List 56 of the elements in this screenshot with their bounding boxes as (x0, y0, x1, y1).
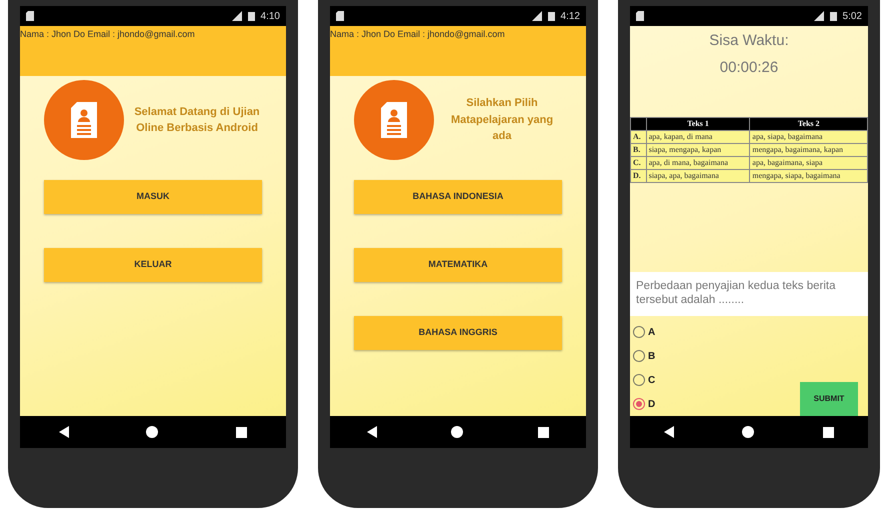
radio-button[interactable] (633, 374, 645, 386)
status-time: 4:12 (560, 10, 580, 24)
option-label: A (648, 326, 656, 340)
home-icon[interactable] (451, 426, 464, 438)
battery-icon (548, 11, 555, 21)
sd-card-icon (26, 11, 34, 21)
table-cell: apa, siapa, bagaimana (750, 130, 868, 144)
sd-card-icon (636, 11, 644, 21)
menu-button[interactable]: KELUAR (44, 248, 262, 282)
battery-icon (248, 11, 255, 21)
user-info-text: Nama : Jhon Do Email : jhondo@gmail.com (20, 29, 195, 39)
battery-icon (830, 11, 837, 21)
recents-icon[interactable] (236, 426, 248, 438)
table-cell: siapa, apa, bagaimana (646, 170, 750, 182)
signal-icon (232, 11, 242, 21)
table-cell: mengapa, bagaimana, kapan (750, 144, 868, 156)
menu-button[interactable]: BAHASA INDONESIA (354, 180, 562, 214)
question-text: Perbedaan penyajian kedua teks berita tersebut adalah ........ (630, 272, 868, 316)
table-cell: A. (630, 130, 646, 144)
back-icon[interactable] (58, 426, 69, 438)
option-label: C (648, 374, 656, 388)
welcome-title: Selamat Datang di Ujian Oline Berbasis Android (133, 104, 261, 136)
menu-button[interactable]: BAHASA INGGRIS (354, 316, 562, 350)
back-icon[interactable] (664, 426, 674, 438)
table-cell: apa, kapan, di mana (646, 130, 750, 144)
menu-button[interactable]: MASUK (44, 180, 262, 214)
home-icon[interactable] (742, 426, 754, 438)
user-info-text: Nama : Jhon Do Email : jhondo@gmail.com (330, 29, 505, 39)
table-cell: mengapa, siapa, bagaimana (750, 170, 868, 182)
radio-button[interactable] (633, 350, 645, 362)
table-cell: siapa, mengapa, kapan (646, 144, 750, 156)
table-cell: C. (630, 156, 646, 170)
timer-value: 00:00:26 (718, 58, 780, 78)
table-cell: D. (630, 170, 646, 182)
recents-icon[interactable] (822, 426, 834, 438)
option-label: B (648, 350, 656, 364)
status-time: 5:02 (842, 10, 862, 24)
back-icon[interactable] (367, 426, 378, 438)
home-icon[interactable] (146, 426, 158, 438)
welcome-title: Silahkan Pilih Matapelajaran yang ada (450, 96, 554, 144)
option-label: D (648, 398, 656, 412)
table-header: Teks 2 (750, 118, 868, 130)
table-cell: apa, bagaimana, siapa (750, 156, 868, 170)
radio-button[interactable] (633, 326, 645, 338)
signal-icon (814, 11, 824, 21)
sd-card-icon (336, 11, 344, 21)
radio-button[interactable] (633, 398, 645, 410)
table-header: Teks 1 (646, 118, 750, 130)
status-time: 4:10 (260, 10, 280, 24)
table-cell: B. (630, 144, 646, 156)
timer-label: Sisa Waktu: (708, 31, 790, 51)
submit-button[interactable]: SUBMIT (800, 382, 858, 416)
table-cell: apa, di mana, bagaimana (646, 156, 750, 170)
menu-button[interactable]: MATEMATIKA (354, 248, 562, 282)
recents-icon[interactable] (538, 426, 549, 438)
signal-icon (532, 11, 542, 21)
